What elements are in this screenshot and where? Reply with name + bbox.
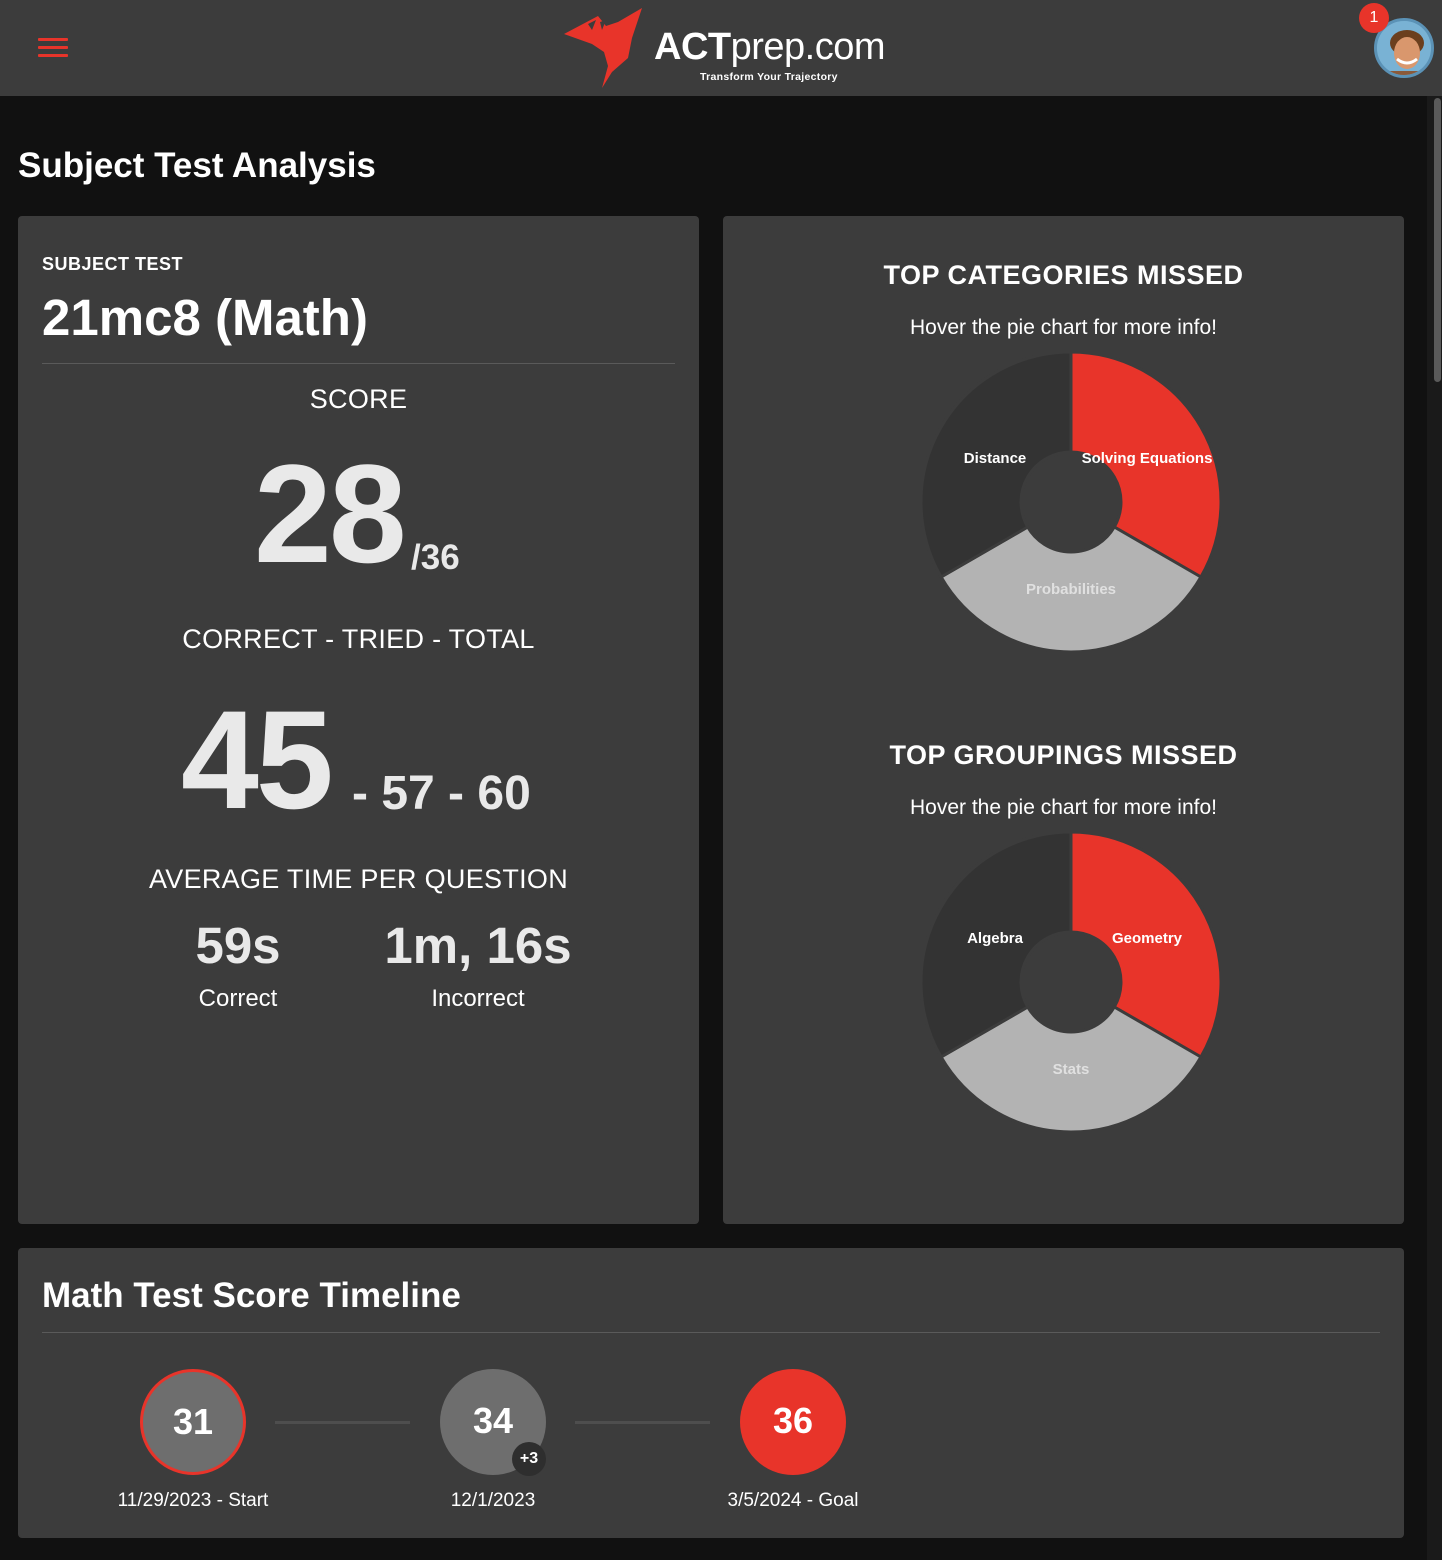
pie-label-distance: Distance <box>964 450 1027 467</box>
groupings-chart-title: TOP GROUPINGS MISSED <box>889 740 1238 770</box>
timeline-point-start[interactable]: 31 <box>140 1369 246 1475</box>
score-timeline-card: Math Test Score Timeline 31 34 +3 36 11/… <box>18 1248 1404 1538</box>
avg-time-label: AVERAGE TIME PER QUESTION <box>148 864 569 894</box>
groupings-chart-hint: Hover the pie chart for more info! <box>910 796 1217 819</box>
timeline-connector <box>575 1421 710 1424</box>
timeline-connector <box>275 1421 410 1424</box>
logo-wordmark: ACTprep.com <box>654 26 886 68</box>
pie-label-geometry: Geometry <box>1112 930 1183 947</box>
pie-label-solving-equations: Solving Equations <box>1082 450 1213 467</box>
pie-label-probabilities: Probabilities <box>1026 581 1116 598</box>
actprep-logo[interactable]: ACTprep.com Transform Your Trajectory <box>562 8 902 90</box>
tried-total-count: - 57 - 60 <box>352 767 531 820</box>
top-navigation-bar: ACTprep.com Transform Your Trajectory 1 <box>0 0 1442 96</box>
page-title: Subject Test Analysis <box>18 146 376 185</box>
divider <box>42 363 675 364</box>
score-change-badge: +3 <box>512 1442 546 1476</box>
correct-count: 45 <box>181 681 334 838</box>
subject-test-label: SUBJECT TEST <box>42 254 184 274</box>
pie-label-stats: Stats <box>1053 1061 1090 1078</box>
timeline-date-start: 11/29/2023 - Start <box>117 1490 269 1511</box>
notification-badge[interactable]: 1 <box>1359 3 1389 33</box>
hawk-logo-icon <box>564 8 642 88</box>
avg-time-incorrect-label: Incorrect <box>431 985 525 1012</box>
categories-chart-hint: Hover the pie chart for more info! <box>910 316 1217 339</box>
groupings-pie-chart[interactable]: Geometry Stats Algebra <box>919 830 1223 1134</box>
scrollbar-thumb[interactable] <box>1434 98 1441 382</box>
score-summary-card: SUBJECT TEST 21mc8 (Math) SCORE 28 /36 C… <box>18 216 699 1224</box>
missed-charts-card: TOP CATEGORIES MISSED Hover the pie char… <box>723 216 1404 1224</box>
categories-chart-title: TOP CATEGORIES MISSED <box>883 260 1244 290</box>
avg-time-correct-label: Correct <box>198 985 278 1012</box>
score-max: /36 <box>411 538 460 577</box>
test-name: 21mc8 (Math) <box>42 289 368 346</box>
score-label: SCORE <box>309 384 408 414</box>
divider <box>42 1332 1380 1333</box>
categories-pie-chart[interactable]: Solving Equations Probabilities Distance <box>919 350 1223 654</box>
pie-label-algebra: Algebra <box>967 930 1024 947</box>
person-photo-icon <box>1377 21 1431 75</box>
timeline-title: Math Test Score Timeline <box>42 1276 461 1315</box>
hamburger-menu-icon[interactable] <box>38 38 68 60</box>
timeline-date-goal: 3/5/2024 - Goal <box>727 1490 859 1511</box>
avg-time-correct: 59s <box>195 917 281 974</box>
logo-tagline: Transform Your Trajectory <box>700 71 838 83</box>
avg-time-incorrect: 1m, 16s <box>384 917 572 974</box>
score-value: 28 <box>254 435 407 592</box>
timeline-date: 12/1/2023 <box>450 1490 536 1511</box>
timeline-point-goal[interactable]: 36 <box>740 1369 846 1475</box>
correct-tried-total-label: CORRECT - TRIED - TOTAL <box>182 624 535 654</box>
